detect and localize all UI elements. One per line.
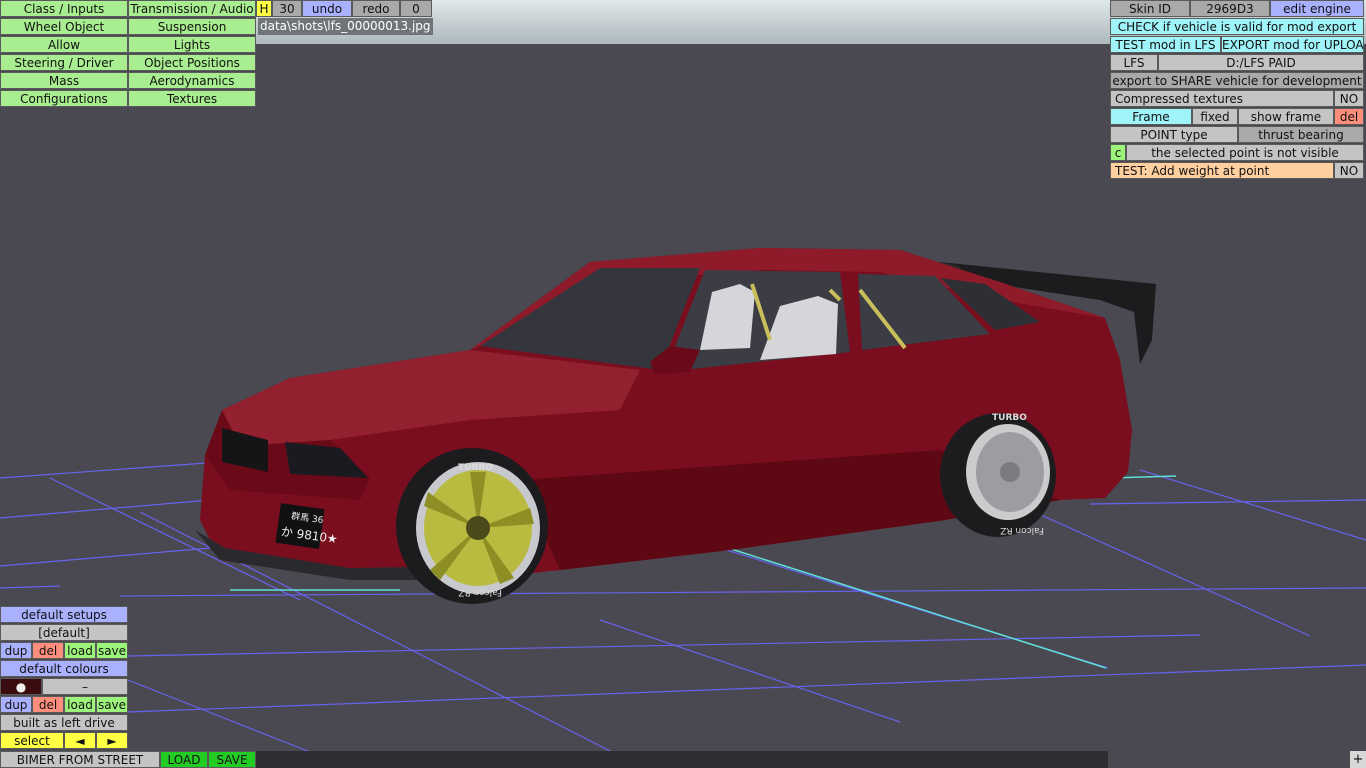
h-button[interactable]: H — [256, 0, 272, 17]
menu-object-positions[interactable]: Object Positions — [128, 54, 256, 71]
test-weight-label: TEST: Add weight at point — [1110, 162, 1334, 179]
drive-side-toggle[interactable]: built as left drive — [0, 714, 128, 731]
colour-swatch[interactable]: ● — [0, 678, 42, 695]
skin-id-label: Skin ID — [1110, 0, 1190, 17]
screenshot-path: data\shots\lfs_00000013.jpg — [258, 18, 433, 35]
export-share-button[interactable]: export to SHARE vehicle for development — [1110, 72, 1364, 89]
menu-steering-driver[interactable]: Steering / Driver — [0, 54, 128, 71]
frame-delete-button[interactable]: del — [1334, 108, 1364, 125]
frame-label[interactable]: Frame — [1110, 108, 1192, 125]
rear-tire-brand: Falcon RZ — [1000, 525, 1044, 535]
menu-transmission-audio[interactable]: Transmission / Audio — [128, 0, 256, 17]
setup-del-button[interactable]: del — [32, 642, 64, 659]
point-type-label: POINT type — [1110, 126, 1238, 143]
load-vehicle-button[interactable]: LOAD — [160, 751, 208, 768]
front-tire-brand: Falcon RZ — [458, 587, 502, 597]
compressed-textures-label: Compressed textures — [1110, 90, 1334, 107]
test-mod-button[interactable]: TEST mod in LFS — [1110, 36, 1221, 53]
menu-suspension[interactable]: Suspension — [128, 18, 256, 35]
menu-allow[interactable]: Allow — [0, 36, 128, 53]
prev-arrow-icon[interactable]: ◄ — [64, 732, 96, 749]
colour-dup-button[interactable]: dup — [0, 696, 32, 713]
colour-save-button[interactable]: save — [96, 696, 128, 713]
menu-textures[interactable]: Textures — [128, 90, 256, 107]
point-type-select[interactable]: thrust bearing — [1238, 126, 1364, 143]
c-button[interactable]: c — [1110, 144, 1126, 161]
front-tire-text: TURBO — [458, 463, 493, 473]
edit-engine-button[interactable]: edit engine — [1270, 0, 1364, 17]
default-setups-button[interactable]: default setups — [0, 606, 128, 623]
bottom-status-bar — [256, 751, 1108, 768]
lfs-path-field[interactable]: D:/LFS PAID — [1158, 54, 1364, 71]
colour-load-button[interactable]: load — [64, 696, 96, 713]
setup-save-button[interactable]: save — [96, 642, 128, 659]
save-vehicle-button[interactable]: SAVE — [208, 751, 256, 768]
export-upload-button[interactable]: EXPORT mod for UPLOAD — [1221, 36, 1364, 53]
plus-button[interactable]: + — [1350, 751, 1366, 768]
vehicle-name-field[interactable]: BIMER FROM STREET — [0, 751, 160, 768]
default-colours-button[interactable]: default colours — [0, 660, 128, 677]
check-valid-button[interactable]: CHECK if vehicle is valid for mod export — [1110, 18, 1364, 35]
show-frame-button[interactable]: show frame — [1238, 108, 1334, 125]
menu-configurations[interactable]: Configurations — [0, 90, 128, 107]
menu-class-inputs[interactable]: Class / Inputs — [0, 0, 128, 17]
compressed-textures-toggle[interactable]: NO — [1334, 90, 1364, 107]
setup-load-button[interactable]: load — [64, 642, 96, 659]
rear-wheel: TURBO Falcon RZ — [940, 413, 1056, 537]
menu-aerodynamics[interactable]: Aerodynamics — [128, 72, 256, 89]
menu-lights[interactable]: Lights — [128, 36, 256, 53]
menu-mass[interactable]: Mass — [0, 72, 128, 89]
menu-wheel-object[interactable]: Wheel Object — [0, 18, 128, 35]
rear-tire-text: TURBO — [992, 413, 1027, 423]
undo-button[interactable]: undo — [302, 0, 352, 17]
test-weight-toggle[interactable]: NO — [1334, 162, 1364, 179]
select-button[interactable]: select — [0, 732, 64, 749]
skin-id-value[interactable]: 2969D3 — [1190, 0, 1270, 17]
lfs-label: LFS — [1110, 54, 1158, 71]
setup-dup-button[interactable]: dup — [0, 642, 32, 659]
next-arrow-icon[interactable]: ► — [96, 732, 128, 749]
frame-fixed-button[interactable]: fixed — [1192, 108, 1238, 125]
colour-del-button[interactable]: del — [32, 696, 64, 713]
redo-count: 0 — [400, 0, 432, 17]
setup-name[interactable]: [default] — [0, 624, 128, 641]
redo-button[interactable]: redo — [352, 0, 400, 17]
front-wheel: TURBO Falcon RZ — [396, 448, 548, 604]
colour-name[interactable]: – — [42, 678, 128, 695]
undo-count: 30 — [272, 0, 302, 17]
point-status-text: the selected point is not visible — [1126, 144, 1364, 161]
